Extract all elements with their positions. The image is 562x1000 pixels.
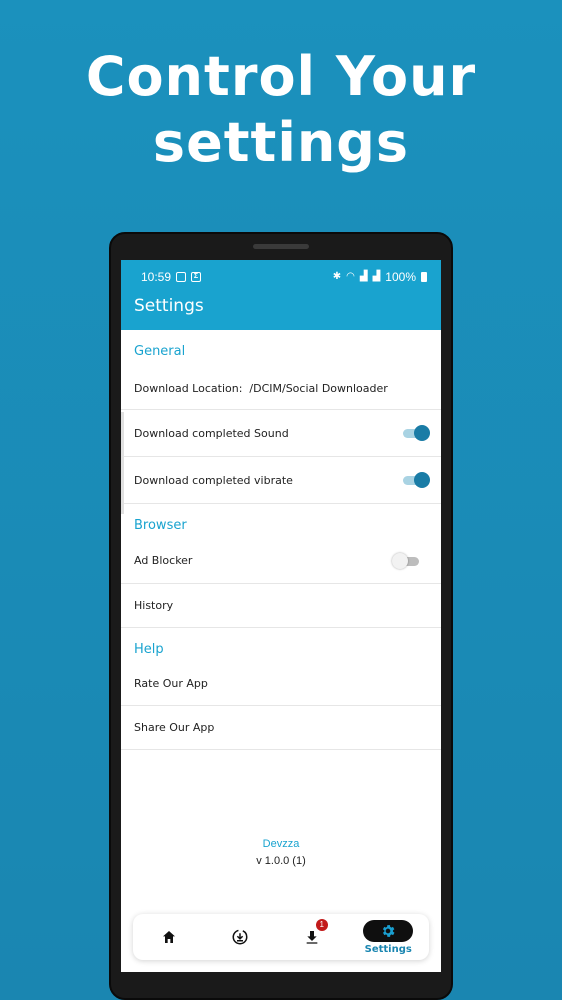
nav-settings-label: Settings (364, 943, 412, 955)
ad-blocker-label: Ad Blocker (134, 554, 193, 567)
setting-rate-app[interactable]: Rate Our App (121, 662, 441, 706)
wifi-icon: ◠ (346, 271, 355, 282)
setting-download-location[interactable]: Download Location: /DCIM/Social Download… (121, 368, 441, 410)
signal-1-icon: ▟ (359, 271, 368, 282)
home-icon (162, 931, 175, 943)
nav-downloading[interactable] (214, 917, 266, 957)
section-title-help: Help (134, 642, 164, 657)
section-title-general: General (134, 344, 186, 359)
phone-speaker (253, 244, 309, 249)
setting-share-app[interactable]: Share Our App (121, 706, 441, 750)
nav-settings[interactable]: Settings (357, 916, 419, 958)
app-bar: 10:59 Σ ✱ ◠ ▟ ▟ 100% Settings (121, 260, 441, 330)
download-circle-icon (232, 929, 248, 945)
nav-settings-pill (363, 919, 414, 942)
download-sound-label: Download completed Sound (134, 426, 289, 440)
gear-icon (383, 924, 395, 937)
toggle-knob (414, 425, 430, 441)
bottom-navigation: 1 Settings (133, 914, 429, 960)
share-app-label: Share Our App (134, 721, 215, 734)
nav-home[interactable] (143, 917, 195, 957)
status-bar: 10:59 Σ ✱ ◠ ▟ ▟ 100% (121, 260, 441, 294)
promo-headline: Control Your settings (0, 44, 562, 176)
download-icon (306, 931, 318, 944)
nav-downloads[interactable]: 1 (286, 917, 338, 957)
signal-2-icon: ▟ (372, 271, 381, 282)
section-title-browser: Browser (134, 518, 187, 533)
toggle-knob (414, 472, 430, 488)
phone-frame: 10:59 Σ ✱ ◠ ▟ ▟ 100% Settings General Do… (109, 232, 453, 1000)
battery-icon (421, 272, 427, 282)
developer-name: Devzza (262, 838, 300, 850)
page-title: Settings (134, 296, 204, 316)
download-location-label: Download Location: (134, 382, 243, 395)
headline-line-1: Control Your (85, 45, 477, 108)
status-time: 10:59 (141, 270, 172, 284)
sigma-notification-icon: Σ (191, 272, 202, 282)
phone-screen: 10:59 Σ ✱ ◠ ▟ ▟ 100% Settings General Do… (121, 260, 441, 972)
battery-percent: 100% (385, 270, 416, 284)
ad-blocker-toggle[interactable] (392, 552, 420, 570)
scroll-edge-indicator (121, 412, 124, 514)
gallery-notification-icon (176, 272, 187, 282)
download-vibrate-toggle[interactable] (402, 471, 430, 489)
setting-download-sound[interactable]: Download completed Sound (121, 410, 441, 457)
downloads-badge: 1 (315, 919, 328, 931)
history-label: History (134, 599, 174, 612)
app-version: v 1.0.0 (1) (256, 855, 306, 867)
headline-line-2: settings (152, 111, 410, 174)
toggle-knob (392, 552, 408, 569)
download-sound-toggle[interactable] (402, 424, 430, 442)
download-location-value: /DCIM/Social Downloader (249, 382, 388, 395)
app-footer: Devzza v 1.0.0 (1) (121, 838, 441, 867)
bluetooth-icon: ✱ (332, 271, 342, 282)
setting-history[interactable]: History (121, 584, 441, 628)
setting-download-vibrate[interactable]: Download completed vibrate (121, 457, 441, 504)
rate-app-label: Rate Our App (134, 677, 208, 690)
download-vibrate-label: Download completed vibrate (134, 473, 293, 487)
download-location-text: Download Location: /DCIM/Social Download… (134, 382, 388, 395)
setting-ad-blocker[interactable]: Ad Blocker (121, 538, 441, 584)
